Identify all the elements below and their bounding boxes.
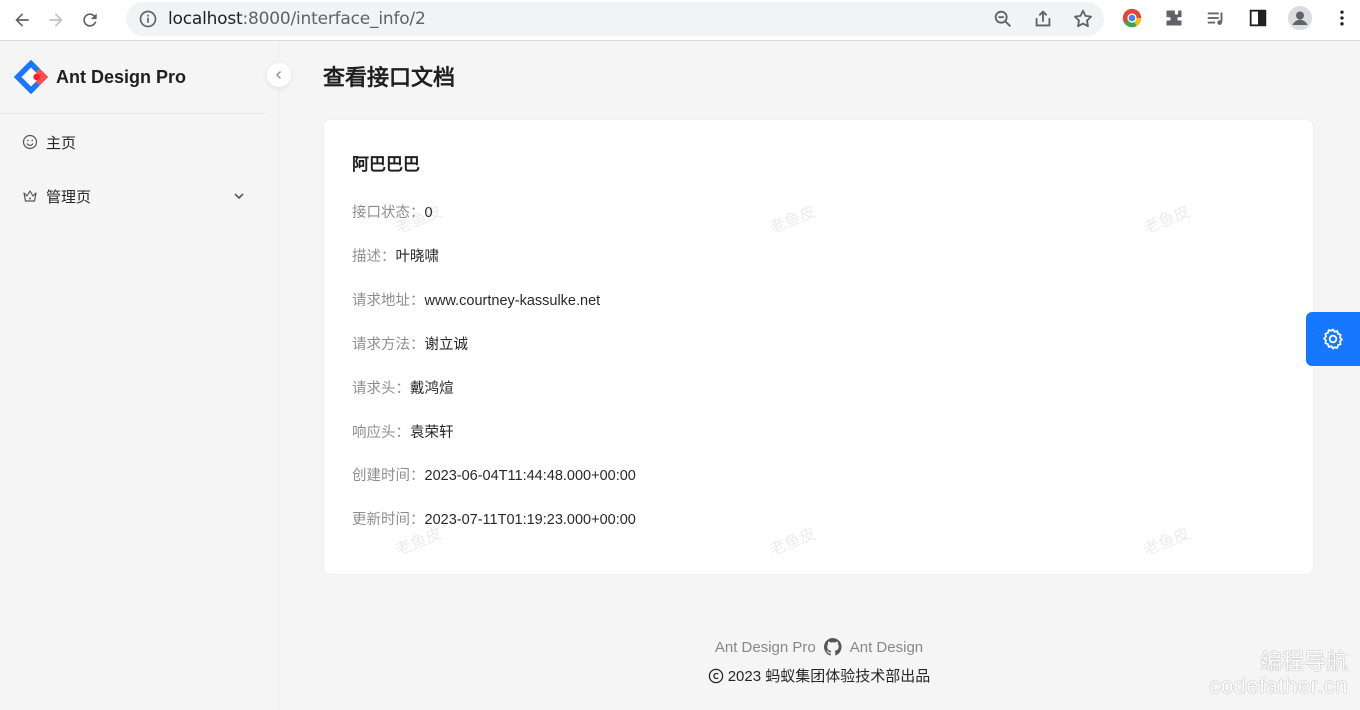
field-value: 2023-07-11T01:19:23.000+00:00 (424, 512, 636, 528)
watermark: 老鱼皮 (767, 525, 819, 560)
arrow-right-icon (49, 13, 63, 27)
sidebar-item-label: 主页 (46, 134, 77, 152)
url-text[interactable]: localhost:8000/interface_info/2 (168, 9, 426, 29)
browser-menu-icon[interactable] (1330, 6, 1354, 30)
field-create-time: 创建时间：2023-06-04T11:44:48.000+00:00 (352, 464, 636, 485)
address-bar[interactable]: localhost:8000/interface_info/2 (126, 2, 1104, 36)
field-value: 0 (424, 205, 433, 221)
footer-link-ant-design[interactable]: Ant Design (850, 639, 923, 656)
zoom-icon[interactable] (992, 8, 1014, 30)
field-request-header: 请求头：戴鸿煊 (352, 377, 454, 398)
corner-watermark-title: 编程导航 (1259, 649, 1348, 674)
field-label: 请求方法： (352, 337, 425, 353)
gear-icon (1323, 328, 1343, 350)
field-label: 请求地址： (352, 293, 425, 309)
interface-detail-card: 阿巴巴巴 接口状态：0 描述：叶晓啸 请求地址：www.courtney-kas… (323, 119, 1314, 575)
profile-avatar[interactable] (1288, 6, 1312, 30)
puzzle-extensions-icon[interactable] (1162, 6, 1186, 30)
field-label: 描述： (352, 249, 396, 265)
field-response-header: 响应头：袁荣轩 (352, 421, 454, 442)
sidebar-logo[interactable]: Ant Design Pro (0, 41, 266, 114)
watermark: 老鱼皮 (767, 203, 819, 238)
media-playlist-icon[interactable] (1204, 6, 1228, 30)
footer-link-ant-design-pro[interactable]: Ant Design Pro (715, 639, 816, 656)
settings-drawer-button[interactable] (1306, 312, 1360, 366)
watermark: 老鱼皮 (1141, 203, 1193, 238)
bookmark-star-icon[interactable] (1072, 8, 1094, 30)
field-label: 更新时间： (352, 512, 425, 528)
copyright-icon (708, 668, 723, 683)
footer-copyright: 2023 蚂蚁集团体验技术部出品 (0, 665, 1360, 686)
url-host: localhost (168, 9, 243, 29)
field-value: 2023-06-04T11:44:48.000+00:00 (424, 468, 636, 484)
side-panel-icon[interactable] (1246, 6, 1270, 30)
chevron-left-icon (276, 71, 281, 79)
field-value: 叶晓啸 (395, 249, 440, 265)
github-icon[interactable] (823, 638, 842, 656)
back-button[interactable] (6, 4, 38, 36)
smile-icon (22, 134, 38, 150)
forward-button[interactable] (40, 4, 72, 36)
field-label: 响应头： (352, 425, 410, 441)
field-label: 接口状态： (352, 205, 425, 221)
field-value: 谢立诚 (424, 337, 469, 353)
sidebar-item-admin[interactable]: 管理页 (8, 176, 266, 216)
card-title: 阿巴巴巴 (352, 155, 420, 174)
chrome-extension-icon[interactable] (1120, 6, 1144, 30)
field-description: 描述：叶晓啸 (352, 245, 439, 266)
ant-design-logo-icon (13, 59, 49, 95)
reload-icon (83, 13, 97, 27)
corner-watermark-url: codefather.cn (1209, 673, 1348, 698)
reload-button[interactable] (74, 4, 106, 36)
page-title: 查看接口文档 (323, 65, 456, 90)
chevron-down-icon (234, 193, 244, 200)
field-label: 请求头： (352, 381, 410, 397)
copyright-text: 2023 蚂蚁集团体验技术部出品 (727, 668, 931, 685)
field-label: 创建时间： (352, 468, 425, 484)
field-url: 请求地址：www.courtney-kassulke.net (352, 289, 600, 310)
watermark: 老鱼皮 (1141, 525, 1193, 560)
sidebar-menu: 主页 管理页 (0, 122, 278, 216)
sidebar-item-label: 管理页 (46, 188, 92, 206)
field-update-time: 更新时间：2023-07-11T01:19:23.000+00:00 (352, 508, 636, 529)
field-status: 接口状态：0 (352, 201, 433, 222)
app-title: Ant Design Pro (56, 66, 187, 87)
field-value: 戴鸿煊 (410, 381, 454, 397)
sidebar: Ant Design Pro 主页 管理页 (0, 41, 291, 710)
info-icon (139, 10, 157, 28)
browser-toolbar: localhost:8000/interface_info/2 (0, 0, 1360, 41)
footer-links: Ant Design Pro Ant Design (0, 638, 1360, 656)
sidebar-item-home[interactable]: 主页 (8, 122, 266, 162)
arrow-left-icon (15, 13, 29, 27)
sidebar-collapse-button[interactable] (267, 63, 291, 87)
share-icon[interactable] (1032, 8, 1054, 30)
field-value: www.courtney-kassulke.net (424, 293, 601, 309)
field-method: 请求方法：谢立诚 (352, 333, 468, 354)
url-path: :8000/interface_info/2 (242, 9, 426, 29)
field-value: 袁荣轩 (410, 425, 454, 441)
crown-icon (23, 190, 37, 202)
